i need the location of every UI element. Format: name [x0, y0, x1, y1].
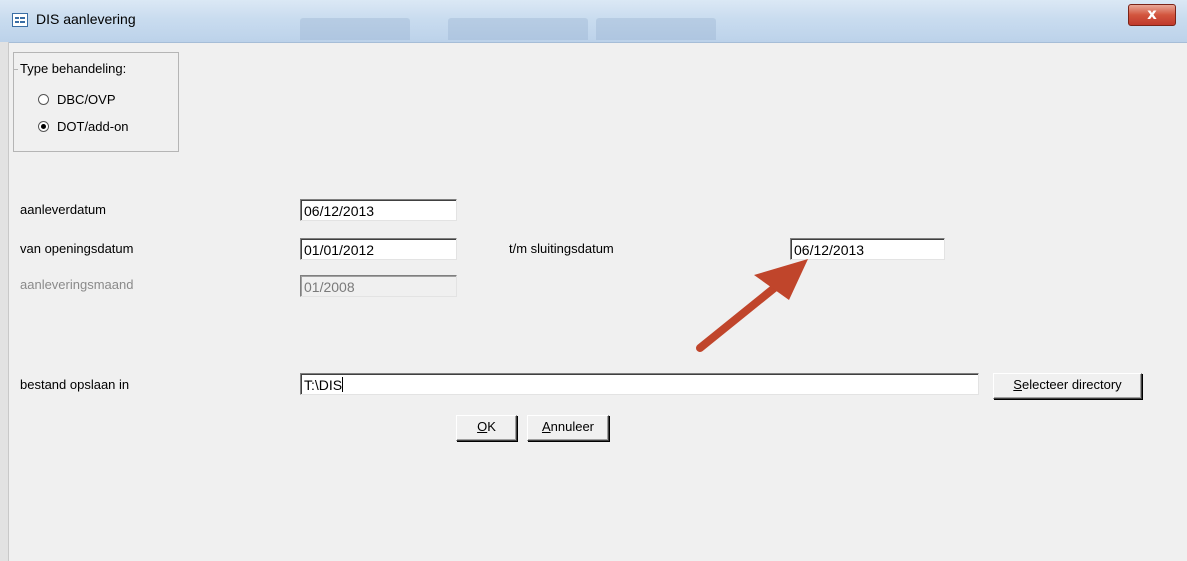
arrow-shaft — [696, 277, 787, 352]
annotation-arrow — [696, 259, 808, 352]
